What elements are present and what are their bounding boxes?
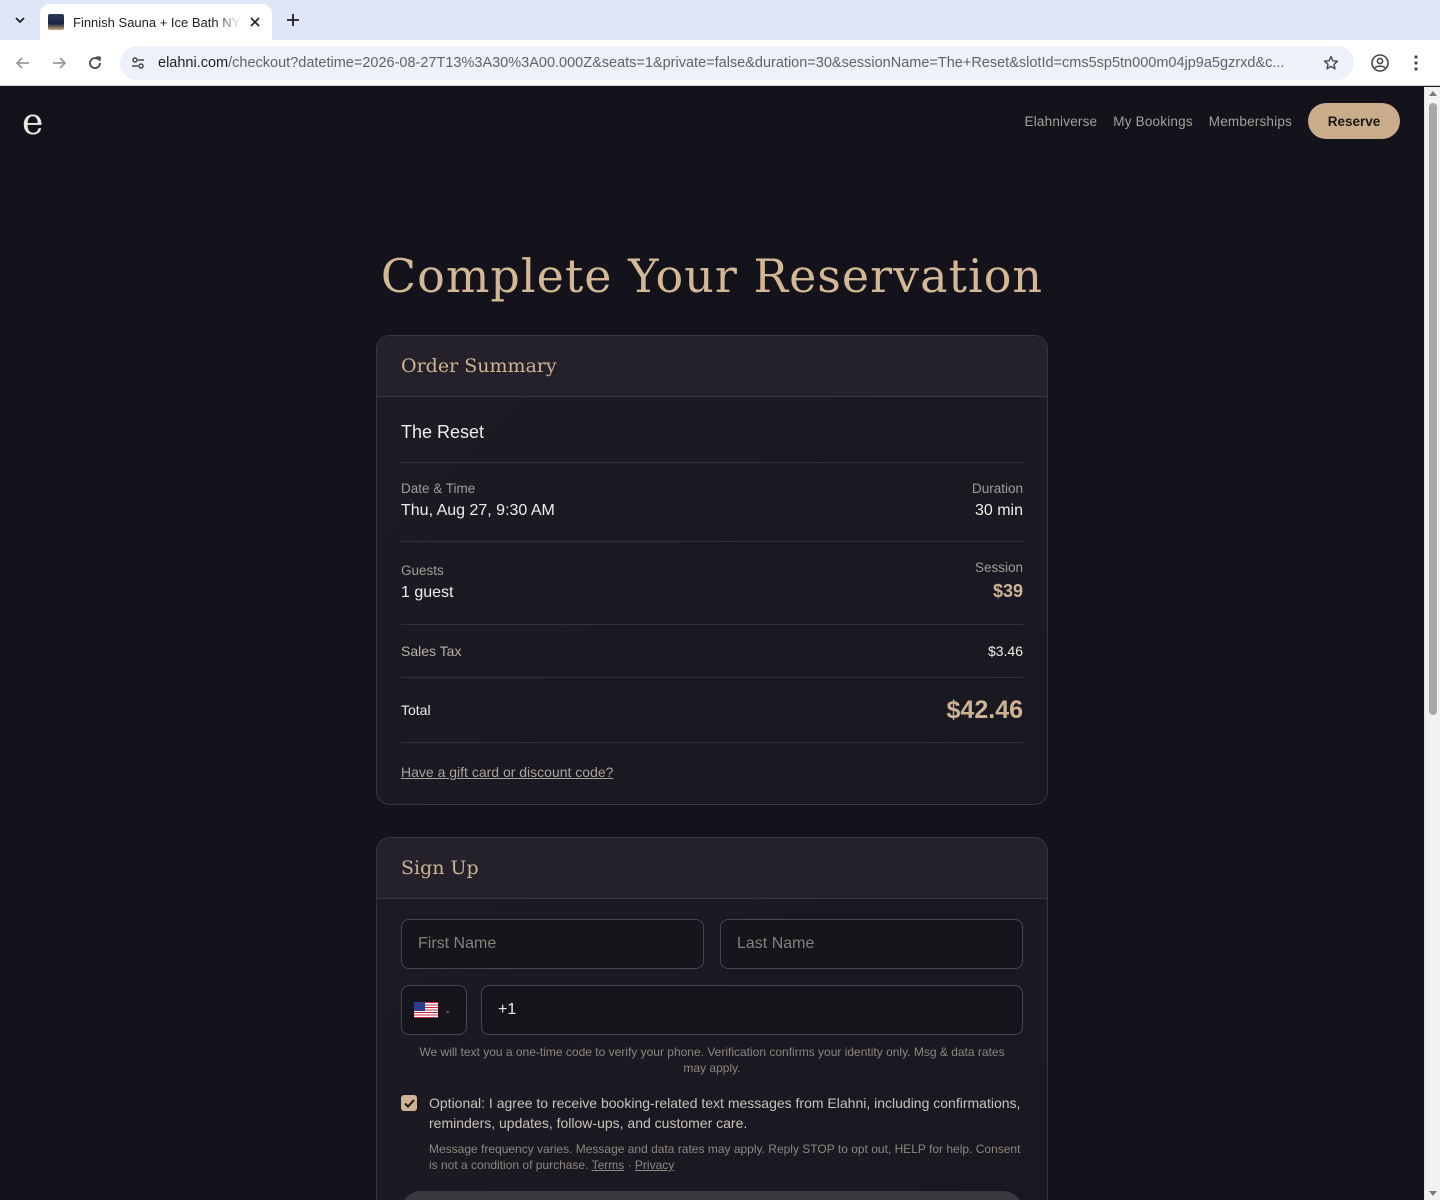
url-text: elahni.com/checkout?datetime=2026-08-27T…: [158, 55, 1308, 71]
browser-menu-button[interactable]: [1402, 49, 1430, 77]
last-name-field[interactable]: [720, 919, 1023, 969]
top-nav: Elahniverse My Bookings Memberships Rese…: [1025, 103, 1400, 139]
order-summary-header: Order Summary: [377, 336, 1047, 397]
date-label: Date & Time: [401, 481, 476, 496]
total-label: Total: [401, 702, 431, 718]
page-title: Complete Your Reservation: [380, 249, 1044, 303]
total-row: Total $42.46: [401, 678, 1023, 743]
total-value: $42.46: [946, 695, 1023, 724]
date-duration-row: Date & Time Thu, Aug 27, 9:30 AM Duratio…: [401, 463, 1023, 542]
url-host: elahni.com: [158, 55, 229, 71]
page-viewport: e Elahniverse My Bookings Memberships Re…: [0, 87, 1424, 1200]
browser-toolbar: elahni.com/checkout?datetime=2026-08-27T…: [0, 40, 1440, 86]
sms-consent-checkbox[interactable]: [401, 1095, 417, 1111]
scroll-down-arrow-icon[interactable]: [1429, 1191, 1437, 1196]
forward-button[interactable]: [45, 49, 73, 77]
guests-value: 1 guest: [401, 584, 454, 601]
back-button[interactable]: [9, 49, 37, 77]
duration-label: Duration: [971, 481, 1023, 496]
new-tab-button[interactable]: [280, 7, 306, 33]
nav-elahniverse[interactable]: Elahniverse: [1025, 114, 1098, 129]
plus-icon: [287, 14, 299, 26]
sms-consent: Optional: I agree to receive booking-rel…: [401, 1093, 1023, 1133]
country-code-select[interactable]: ⌄: [401, 985, 467, 1035]
guests-session-row: Guests 1 guest Session $39: [401, 542, 1023, 625]
star-icon: [1323, 55, 1339, 70]
tab-close-button[interactable]: [246, 13, 264, 31]
arrow-right-icon: [53, 57, 67, 69]
more-vertical-icon: [1414, 55, 1418, 71]
url-path: /checkout?datetime=2026-08-27T13%3A30%3A…: [228, 55, 1285, 71]
signup-card: Sign Up ⌄ We will text you a one-time co…: [376, 837, 1048, 1200]
site-info-button[interactable]: [124, 49, 152, 77]
duration-value: 30 min: [974, 502, 1023, 519]
profile-button[interactable]: [1366, 49, 1394, 77]
site-logo[interactable]: e: [22, 99, 43, 147]
reload-button[interactable]: [81, 49, 109, 77]
page-scrollbar[interactable]: [1424, 87, 1440, 1200]
order-summary-card: Order Summary The Reset Date & Time Thu,…: [376, 335, 1048, 805]
reload-icon: [89, 56, 102, 69]
browser-tab-bar: Finnish Sauna + Ice Bath NYC: [0, 0, 1440, 40]
submit-button[interactable]: [401, 1191, 1023, 1200]
fine-print-text: Message frequency varies. Message and da…: [429, 1142, 1021, 1172]
chevron-down-icon: [15, 17, 25, 24]
close-icon: [250, 17, 260, 27]
scroll-up-arrow-icon[interactable]: [1429, 91, 1437, 96]
signup-header: Sign Up: [377, 838, 1047, 899]
gift-card-link[interactable]: Have a gift card or discount code?: [401, 764, 1023, 780]
signup-heading: Sign Up: [401, 857, 479, 879]
reserve-button[interactable]: Reserve: [1308, 103, 1400, 139]
sales-tax-row: Sales Tax $3.46: [401, 625, 1023, 678]
phone-field[interactable]: [481, 985, 1023, 1035]
us-flag-icon: [414, 1002, 438, 1018]
arrow-left-icon: [15, 57, 29, 69]
bookmark-button[interactable]: [1318, 50, 1344, 76]
tab-search-button[interactable]: [6, 7, 34, 33]
session-label: Session: [974, 560, 1023, 575]
date-value: Thu, Aug 27, 9:30 AM: [401, 502, 555, 519]
tab-title: Finnish Sauna + Ice Bath NYC: [73, 14, 241, 30]
tax-value: $3.46: [987, 643, 1023, 659]
browser-tab-active[interactable]: Finnish Sauna + Ice Bath NYC: [40, 4, 272, 40]
check-icon: [403, 1098, 415, 1108]
tune-icon: [132, 57, 144, 69]
sms-fine-print: Message frequency varies. Message and da…: [429, 1141, 1023, 1173]
session-price: $39: [992, 581, 1023, 601]
phone-helper-text: We will text you a one-time code to veri…: [419, 1045, 1005, 1075]
site-favicon-icon: [48, 14, 64, 30]
account-icon: [1371, 54, 1389, 72]
nav-memberships[interactable]: Memberships: [1209, 114, 1292, 129]
tax-label: Sales Tax: [401, 643, 462, 659]
nav-my-bookings[interactable]: My Bookings: [1113, 114, 1192, 129]
scroll-thumb[interactable]: [1429, 103, 1437, 715]
separator: ·: [627, 1158, 632, 1172]
sms-consent-label[interactable]: Optional: I agree to receive booking-rel…: [429, 1093, 1023, 1133]
chevron-down-icon: ⌄: [444, 1004, 452, 1015]
session-name: The Reset: [401, 397, 1023, 463]
first-name-field[interactable]: [401, 919, 704, 969]
privacy-link[interactable]: Privacy: [635, 1158, 674, 1172]
terms-link[interactable]: Terms: [592, 1158, 625, 1172]
order-summary-heading: Order Summary: [401, 355, 557, 377]
address-bar[interactable]: elahni.com/checkout?datetime=2026-08-27T…: [120, 46, 1354, 80]
guests-label: Guests: [401, 563, 444, 578]
